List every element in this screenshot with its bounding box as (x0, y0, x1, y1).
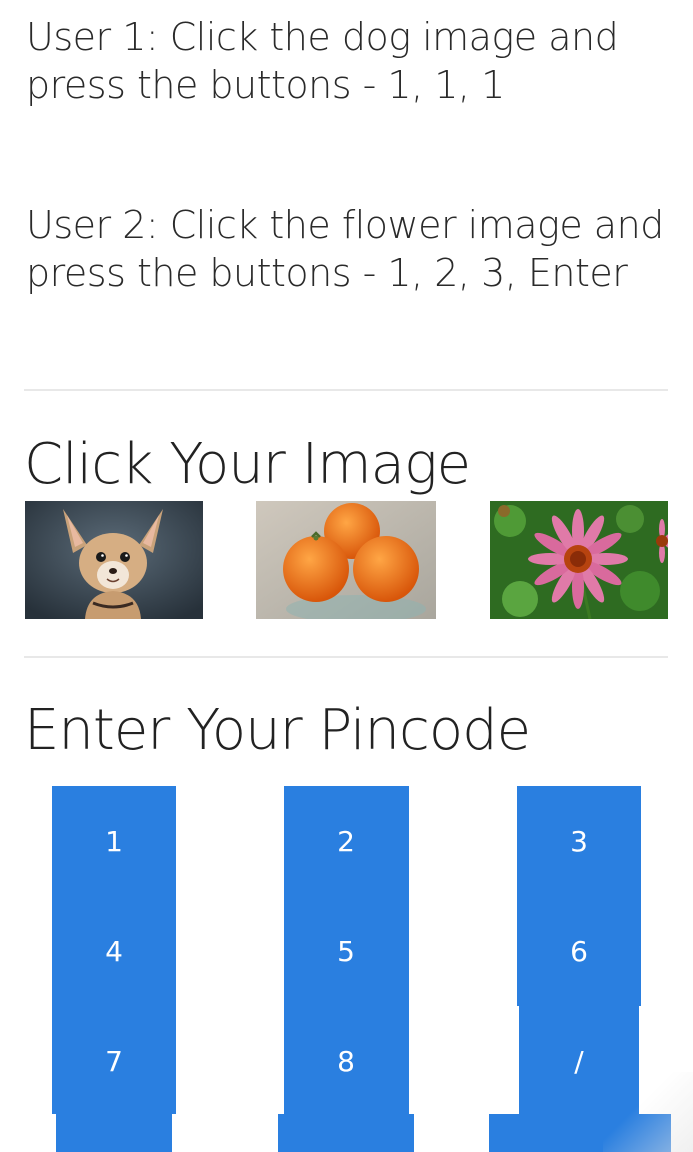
key-1-button[interactable]: 1 (52, 812, 176, 872)
coneflower-photo-icon (490, 501, 668, 619)
key-8-button[interactable]: 8 (284, 1032, 408, 1092)
divider (24, 656, 668, 658)
corner-shadow (603, 1072, 693, 1152)
key-7-button[interactable]: 7 (52, 1032, 176, 1092)
keypad-bottom-key-left[interactable] (56, 1114, 172, 1152)
chihuahua-photo-icon (25, 501, 203, 619)
keypad-column-3: 3 6 (517, 786, 641, 1006)
user2-instructions: User 2: Click the flower image and press… (26, 203, 664, 295)
flower-image[interactable] (490, 501, 668, 619)
keypad-bottom-key-middle[interactable] (278, 1114, 414, 1152)
divider (24, 389, 668, 391)
oranges-photo-icon (256, 501, 436, 619)
pincode-section-heading: Enter Your Pincode (24, 698, 531, 763)
image-section-heading: Click Your Image (24, 432, 471, 497)
keypad-column-1: 1 4 7 (52, 786, 176, 1114)
key-2-button[interactable]: 2 (284, 812, 408, 872)
page: User 1: Click the dog image and press th… (0, 0, 693, 1152)
key-4-button[interactable]: 4 (52, 922, 176, 982)
key-6-button[interactable]: 6 (517, 922, 641, 982)
key-3-button[interactable]: 3 (517, 812, 641, 872)
keypad-column-2: 2 5 8 (284, 786, 409, 1116)
user1-instructions: User 1: Click the dog image and press th… (26, 15, 619, 107)
dog-image[interactable] (25, 501, 203, 619)
oranges-image[interactable] (256, 501, 436, 619)
key-5-button[interactable]: 5 (284, 922, 408, 982)
